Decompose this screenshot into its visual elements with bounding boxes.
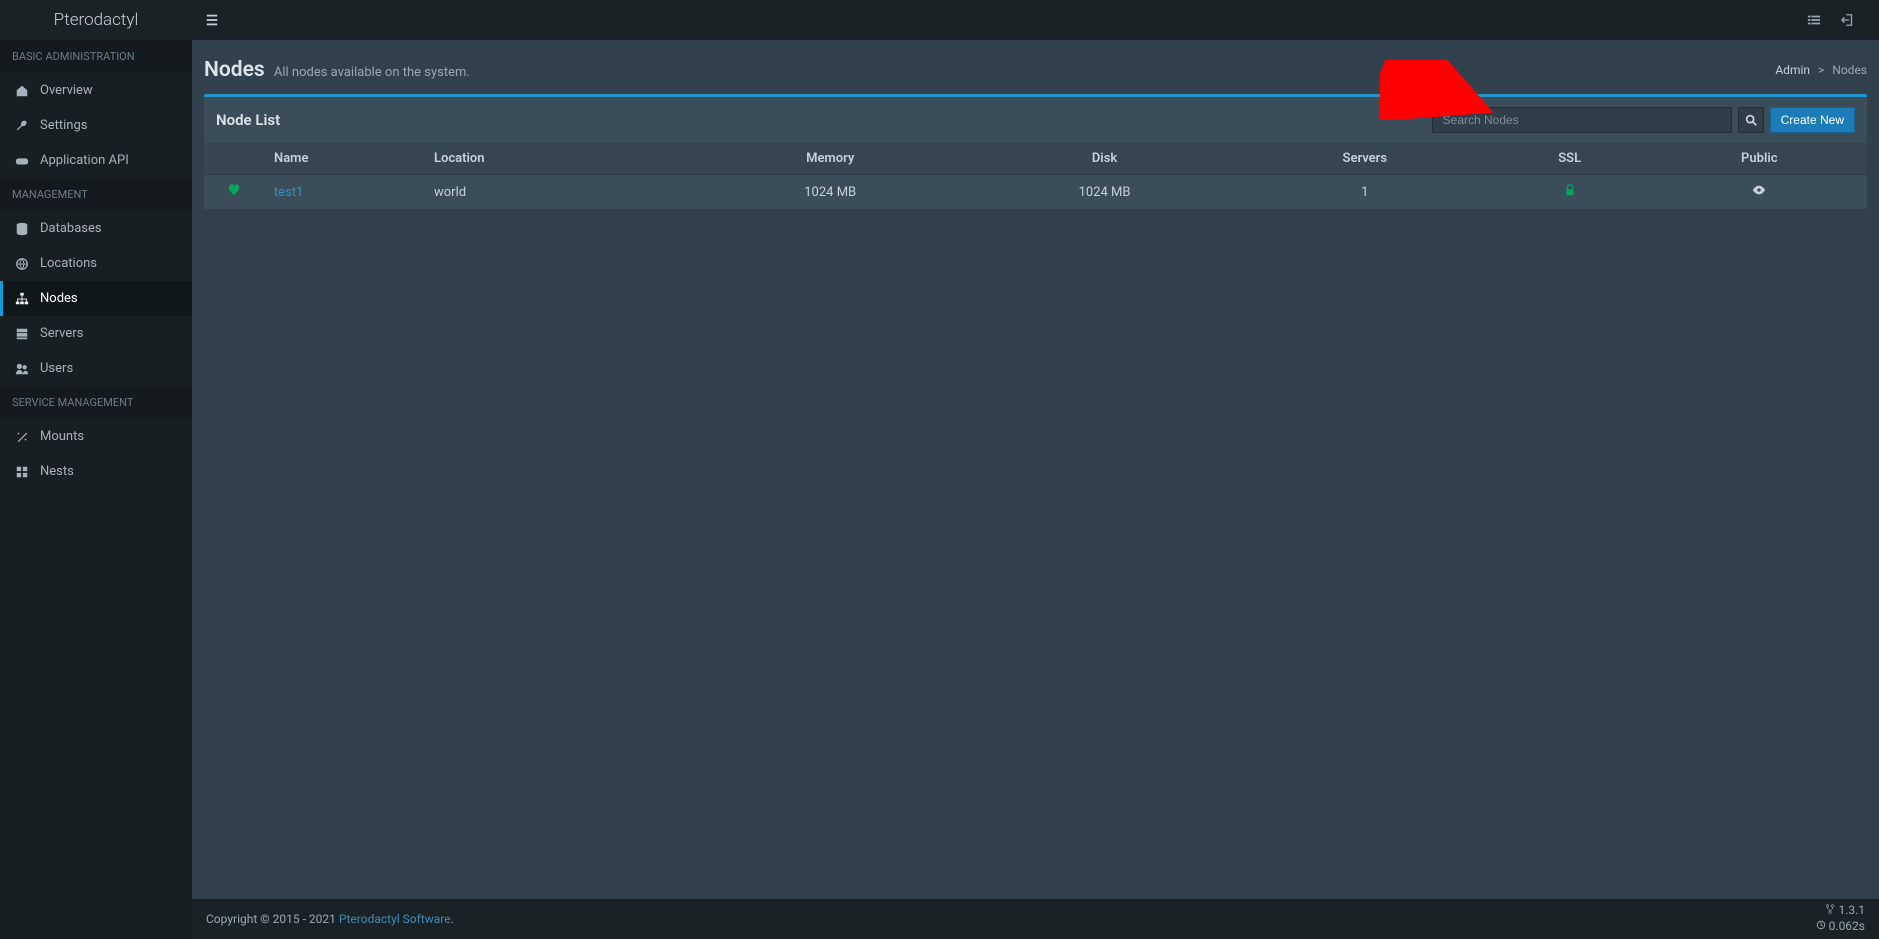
clock-icon bbox=[1816, 920, 1826, 930]
footer-meta: 1.3.1 0.062s bbox=[1816, 903, 1865, 934]
cell-public bbox=[1652, 175, 1867, 210]
sidebar-item-label: Nests bbox=[40, 464, 74, 479]
sidebar-item-mounts[interactable]: Mounts bbox=[0, 419, 192, 454]
table-header-row: Name Location Memory Disk Servers SSL Pu… bbox=[204, 143, 1867, 175]
sitemap-icon bbox=[14, 292, 30, 306]
server-list-icon[interactable] bbox=[1807, 13, 1821, 27]
footer-timing: 0.062s bbox=[1816, 919, 1865, 935]
cell-memory: 1024 MB bbox=[693, 175, 967, 210]
sidebar-section-header: MANAGEMENT bbox=[0, 178, 192, 211]
sidebar-item-databases[interactable]: Databases bbox=[0, 211, 192, 246]
node-list-panel: Node List Create New Name Location Memor… bbox=[204, 94, 1867, 209]
pterodactyl-link[interactable]: Pterodactyl Software bbox=[339, 912, 451, 926]
cell-status bbox=[204, 175, 264, 210]
sidebar-item-settings[interactable]: Settings bbox=[0, 108, 192, 143]
footer-version: 1.3.1 bbox=[1816, 903, 1865, 919]
breadcrumb: Admin > Nodes bbox=[1775, 63, 1867, 77]
col-status bbox=[204, 143, 264, 175]
breadcrumb-sep: > bbox=[1818, 63, 1824, 77]
cell-location: world bbox=[424, 175, 693, 210]
sidebar-item-label: Mounts bbox=[40, 429, 84, 444]
brand-logo[interactable]: Pterodactyl bbox=[0, 0, 192, 40]
panel-header: Node List Create New bbox=[204, 97, 1867, 143]
page-subtitle: All nodes available on the system. bbox=[274, 65, 470, 80]
page-header: Nodes All nodes available on the system.… bbox=[204, 54, 1867, 94]
heartbeat-icon bbox=[227, 183, 241, 197]
sidebar-item-label: Databases bbox=[40, 221, 102, 236]
bars-icon bbox=[205, 13, 219, 27]
breadcrumb-home[interactable]: Admin bbox=[1775, 63, 1810, 77]
col-public: Public bbox=[1652, 143, 1867, 175]
cell-disk: 1024 MB bbox=[967, 175, 1241, 210]
sidebar-item-label: Application API bbox=[40, 153, 129, 168]
footer-period: . bbox=[451, 912, 454, 926]
panel-title: Node List bbox=[216, 111, 280, 129]
sidebar-toggle[interactable] bbox=[192, 0, 232, 40]
sidebar-item-users[interactable]: Users bbox=[0, 351, 192, 386]
cell-ssl bbox=[1488, 175, 1652, 210]
col-servers: Servers bbox=[1242, 143, 1488, 175]
col-disk: Disk bbox=[967, 143, 1241, 175]
sidebar-item-label: Users bbox=[40, 361, 73, 376]
col-location: Location bbox=[424, 143, 693, 175]
search-button[interactable] bbox=[1738, 107, 1764, 133]
home-icon bbox=[14, 84, 30, 98]
panel-tools: Create New bbox=[1432, 107, 1855, 133]
sidebar-item-nodes[interactable]: Nodes bbox=[0, 281, 192, 316]
table-row: test1 world 1024 MB 1024 MB 1 bbox=[204, 175, 1867, 210]
sidebar-item-application-api[interactable]: Application API bbox=[0, 143, 192, 178]
search-icon bbox=[1744, 113, 1758, 127]
sidebar-section-header: BASIC ADMINISTRATION bbox=[0, 40, 192, 73]
copyright-text: Copyright © 2015 - 2021 bbox=[206, 912, 339, 926]
sidebar-item-nests[interactable]: Nests bbox=[0, 454, 192, 489]
version-text: 1.3.1 bbox=[1838, 903, 1865, 917]
node-name-link[interactable]: test1 bbox=[274, 185, 303, 200]
col-memory: Memory bbox=[693, 143, 967, 175]
col-ssl: SSL bbox=[1488, 143, 1652, 175]
sidebar-item-locations[interactable]: Locations bbox=[0, 246, 192, 281]
cell-servers: 1 bbox=[1242, 175, 1488, 210]
sidebar-item-servers[interactable]: Servers bbox=[0, 316, 192, 351]
sign-out-icon[interactable] bbox=[1841, 13, 1855, 27]
magic-icon bbox=[14, 430, 30, 444]
cell-name: test1 bbox=[264, 175, 424, 210]
top-header: Pterodactyl bbox=[0, 0, 1879, 40]
content-area: Nodes All nodes available on the system.… bbox=[192, 40, 1879, 899]
sidebar-item-overview[interactable]: Overview bbox=[0, 73, 192, 108]
timing-text: 0.062s bbox=[1829, 919, 1865, 933]
sidebar: BASIC ADMINISTRATION Overview Settings A… bbox=[0, 40, 192, 939]
sidebar-item-label: Locations bbox=[40, 256, 97, 271]
search-input[interactable] bbox=[1432, 107, 1732, 133]
page-title-text: Nodes bbox=[204, 58, 265, 82]
col-name: Name bbox=[264, 143, 424, 175]
footer: Copyright © 2015 - 2021 Pterodactyl Soft… bbox=[192, 899, 1879, 939]
grid-icon bbox=[14, 465, 30, 479]
eye-icon bbox=[1752, 183, 1766, 197]
sidebar-item-label: Nodes bbox=[40, 291, 78, 306]
gamepad-icon bbox=[14, 154, 30, 168]
footer-copyright: Copyright © 2015 - 2021 Pterodactyl Soft… bbox=[206, 912, 454, 926]
wrench-icon bbox=[14, 119, 30, 133]
database-icon bbox=[14, 222, 30, 236]
nodes-table: Name Location Memory Disk Servers SSL Pu… bbox=[204, 143, 1867, 209]
codefork-icon bbox=[1825, 904, 1835, 914]
sidebar-item-label: Overview bbox=[40, 83, 93, 98]
breadcrumb-current: Nodes bbox=[1832, 63, 1867, 77]
server-icon bbox=[14, 327, 30, 341]
users-icon bbox=[14, 362, 30, 376]
sidebar-section-header: SERVICE MANAGEMENT bbox=[0, 386, 192, 419]
sidebar-item-label: Settings bbox=[40, 118, 87, 133]
lock-icon bbox=[1563, 183, 1577, 197]
page-title: Nodes All nodes available on the system. bbox=[204, 58, 470, 82]
globe-icon bbox=[14, 257, 30, 271]
create-new-button[interactable]: Create New bbox=[1770, 107, 1855, 133]
sidebar-item-label: Servers bbox=[40, 326, 83, 341]
